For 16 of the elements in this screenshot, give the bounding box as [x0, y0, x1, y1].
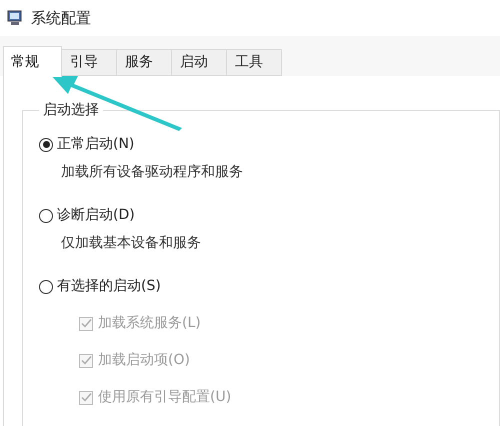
tab[interactable]: 引导 [61, 49, 117, 76]
window-title: 系统配置 [31, 8, 91, 29]
radio-option[interactable]: 有选择的启动(S) [39, 276, 483, 297]
radio-option[interactable]: 诊断启动(D) [39, 205, 483, 226]
tab[interactable]: 启动 [171, 49, 227, 76]
tab[interactable]: 常规 [3, 46, 62, 77]
group-title: 启动选择 [42, 101, 100, 120]
tab[interactable]: 工具 [226, 49, 282, 76]
radio-button[interactable] [39, 138, 53, 152]
tab[interactable]: 服务 [116, 49, 172, 76]
option-description: 加载所有设备驱动程序和服务 [61, 163, 244, 182]
app-icon [7, 10, 23, 26]
radio-button[interactable] [39, 208, 53, 222]
radio-option[interactable]: 正常启动(N) [39, 134, 483, 155]
option-description: 仅加载基本设备和服务 [61, 234, 202, 253]
radio-button[interactable] [39, 280, 53, 294]
